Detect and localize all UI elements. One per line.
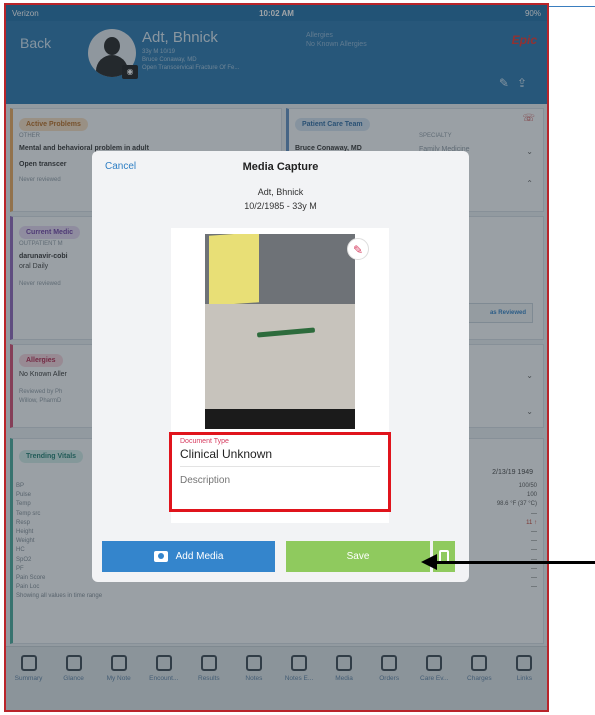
field-divider [180, 466, 380, 467]
top-divider-line [549, 6, 595, 7]
dialog-title: Media Capture [242, 161, 319, 173]
photo-shadow [205, 409, 355, 429]
media-sheet: ✎ Document Type Clinical Unknown [169, 228, 391, 523]
document-type-select[interactable]: Clinical Unknown [180, 447, 272, 461]
captured-photo[interactable] [205, 234, 355, 429]
annotation-arrow-line [432, 561, 595, 564]
add-media-label: Add Media [175, 551, 224, 562]
ipad-screen: Verizon 10:02 AM 90% Back ◉ Adt, Bhnick … [4, 3, 549, 712]
cancel-button[interactable]: Cancel [105, 161, 136, 172]
document-type-label: Document Type [180, 438, 229, 445]
description-input[interactable] [180, 475, 370, 486]
document-fields-highlight: Document Type Clinical Unknown [169, 432, 391, 512]
annotate-pencil-icon[interactable]: ✎ [347, 238, 369, 260]
annotation-arrow-head [421, 554, 437, 570]
dialog-patient-dob: 10/2/1985 - 33y M [244, 201, 317, 211]
add-media-button[interactable]: Add Media [102, 541, 275, 572]
photo-desk [205, 304, 355, 424]
dialog-patient-name: Adt, Bhnick [257, 187, 304, 197]
photo-paper [209, 234, 259, 306]
camera-icon [153, 551, 168, 562]
media-capture-dialog: Media Capture Cancel Adt, Bhnick 10/2/19… [92, 151, 469, 582]
save-button[interactable]: Save [286, 541, 430, 572]
